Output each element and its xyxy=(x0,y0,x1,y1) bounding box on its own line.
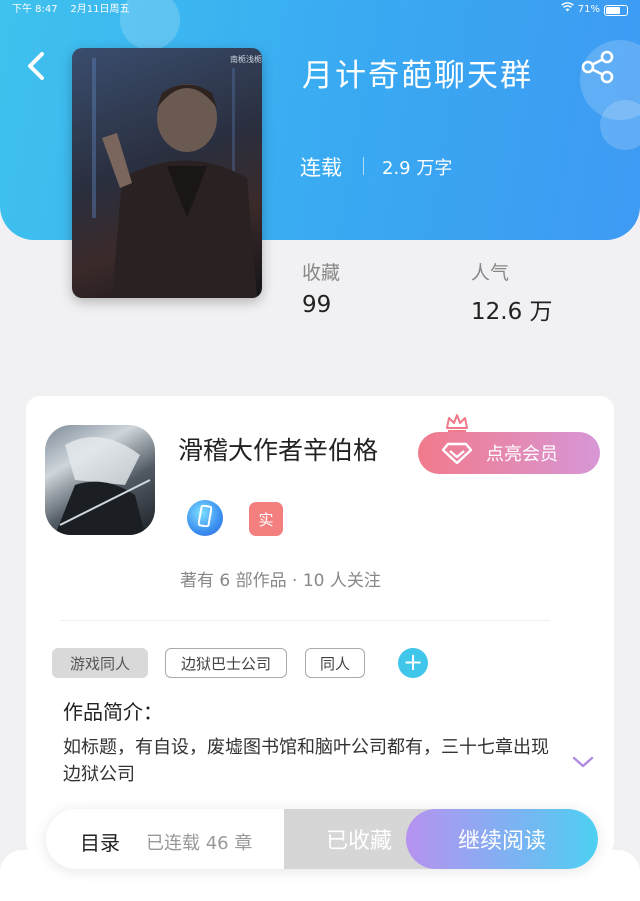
back-button[interactable] xyxy=(22,48,52,84)
status-indicators: 71% xyxy=(560,0,628,20)
table-of-contents-button[interactable]: 目录 xyxy=(80,827,120,856)
share-button[interactable] xyxy=(580,50,616,84)
tag-fanfic[interactable]: 同人 xyxy=(305,648,365,678)
stat-popularity-value: 12.6 万 xyxy=(471,299,553,325)
status-time: 下午 8:47 xyxy=(12,4,58,15)
intro-heading: 作品简介： xyxy=(63,700,163,724)
author-name[interactable]: 滑稽大作者辛伯格 xyxy=(178,431,378,467)
diamond-icon xyxy=(442,442,472,464)
continue-reading-label: 继续阅读 xyxy=(457,829,546,854)
battery-fill xyxy=(606,6,621,14)
author-avatar[interactable] xyxy=(45,425,155,535)
chevron-down-icon xyxy=(572,755,594,774)
chevron-left-icon xyxy=(22,52,52,88)
activate-vip-button[interactable]: 点亮会员 xyxy=(418,432,600,474)
author-works-followers: 著有 6 部作品 · 10 人关注 xyxy=(180,571,381,591)
wifi-icon xyxy=(560,0,574,20)
add-tag-button[interactable]: + xyxy=(398,648,428,678)
tag-game-fanfic[interactable]: 游戏同人 xyxy=(52,648,148,678)
phone-icon xyxy=(197,504,213,531)
book-status: 连载 xyxy=(300,156,342,180)
cover-watermark: 南栀浅栀 xyxy=(230,54,262,64)
card-divider xyxy=(60,620,550,621)
book-cover-image: 南栀浅栀 xyxy=(72,48,262,298)
author-level-badge xyxy=(187,500,223,536)
bottom-action-bar: 目录 已连载 46 章 已收藏 继续阅读 xyxy=(46,809,598,869)
stat-popularity-label: 人气 xyxy=(471,262,510,284)
crown-icon xyxy=(444,412,470,432)
battery-percent: 71% xyxy=(577,4,600,15)
plus-icon: + xyxy=(402,648,424,676)
intro-text: 如标题，有自设，废墟图书馆和脑叶公司都有，三十七章出现边狱公司 xyxy=(63,737,549,785)
collected-label: 已收藏 xyxy=(325,829,392,854)
continue-reading-button[interactable]: 继续阅读 xyxy=(406,809,598,869)
status-time-date: 下午 8:47 2月11日周五 xyxy=(12,0,129,20)
real-name-badge: 实 xyxy=(249,502,283,536)
tag-limbus-company[interactable]: 边狱巴士公司 xyxy=(165,648,287,678)
status-bar: 下午 8:47 2月11日周五 71% xyxy=(0,0,640,20)
activate-vip-label: 点亮会员 xyxy=(486,444,558,465)
stat-favorites-label: 收藏 xyxy=(302,262,341,284)
chapter-count: 已连载 46 章 xyxy=(146,833,253,854)
book-title: 月计奇葩聊天群 xyxy=(302,58,533,94)
status-date: 2月11日周五 xyxy=(70,4,130,15)
share-icon xyxy=(580,50,616,88)
book-meta-divider xyxy=(363,157,364,175)
expand-intro-button[interactable] xyxy=(572,754,594,770)
stat-favorites-value: 99 xyxy=(302,292,332,318)
book-word-count: 2.9 万字 xyxy=(382,158,453,179)
battery-icon xyxy=(604,4,628,16)
